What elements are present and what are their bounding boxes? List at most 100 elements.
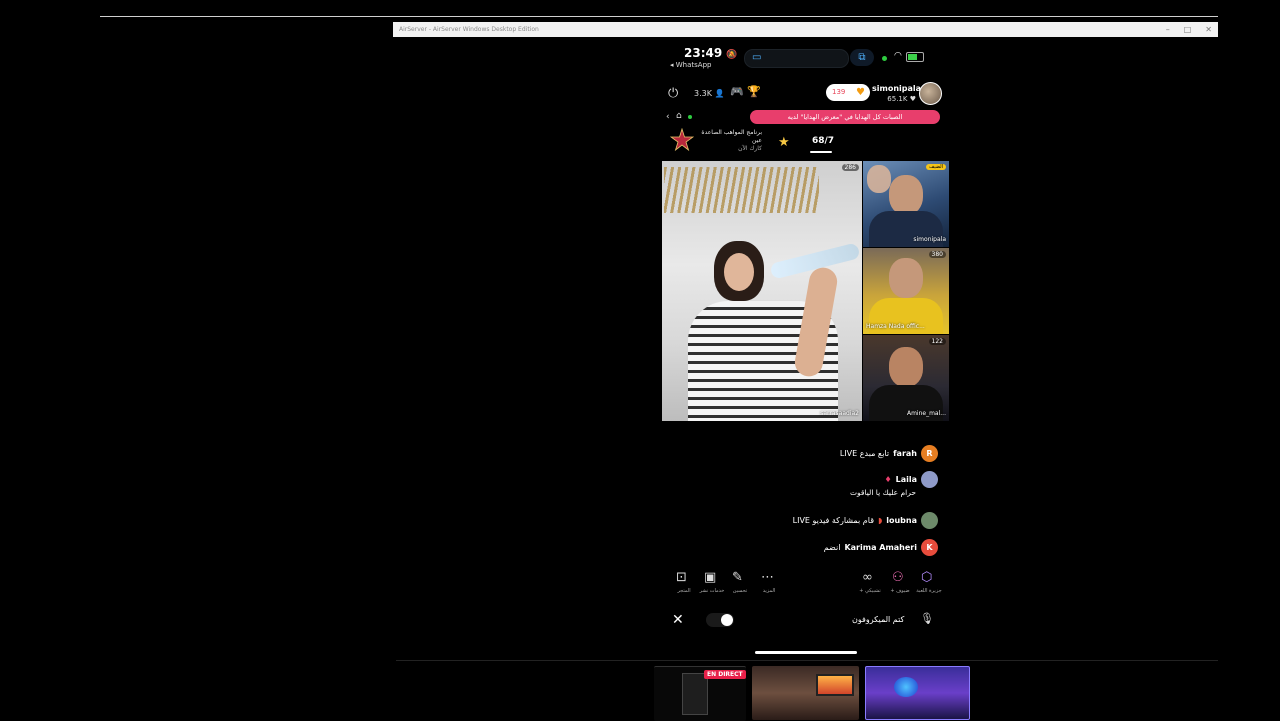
watermelon-icon: ◗ bbox=[878, 516, 883, 525]
bottom-divider bbox=[396, 660, 1218, 661]
guest-label: simonipala bbox=[913, 236, 946, 243]
more-button[interactable]: ⋯ المزيد bbox=[761, 570, 775, 594]
mic-off-icon[interactable]: 🎙 bbox=[920, 612, 934, 625]
top-divider bbox=[100, 16, 1218, 17]
match-score: 68/7 bbox=[812, 136, 835, 146]
game-island-button[interactable]: ⬡ جزيرة اللعبة bbox=[916, 570, 941, 594]
close-icon[interactable]: ✕ bbox=[672, 612, 684, 628]
person-face bbox=[724, 253, 754, 291]
comment-item[interactable]: loubna ◗ قام بمشاركة فيديو LIVE bbox=[793, 512, 938, 529]
more-icon: ⋯ bbox=[761, 570, 774, 585]
dynamic-island: ▭ bbox=[744, 49, 849, 68]
multi-window-icon: ⧉ bbox=[850, 49, 874, 66]
guest-label: Amine_mal... bbox=[906, 410, 946, 417]
guest-label: Hamza Nada offic... bbox=[866, 323, 925, 330]
comment-avatar bbox=[921, 471, 938, 488]
guest-head bbox=[889, 175, 923, 215]
thumbnail-1[interactable]: EN DIRECT bbox=[654, 666, 746, 721]
chat-icon: ▣ bbox=[704, 570, 717, 585]
back-to-app-link[interactable]: ◂ WhatsApp bbox=[670, 61, 711, 69]
guest-tag: الضيف bbox=[926, 164, 946, 170]
comment-avatar bbox=[921, 512, 938, 529]
viewer-count[interactable]: 3.3K 👤 bbox=[694, 89, 724, 98]
comment-avatar: R bbox=[921, 445, 938, 462]
live-badge: EN DIRECT bbox=[704, 670, 746, 679]
comment-text: قام بمشاركة فيديو LIVE bbox=[792, 516, 875, 525]
shop-button[interactable]: ⊡ المتجر bbox=[676, 570, 691, 594]
screen-mirror-icon: ▭ bbox=[752, 52, 762, 63]
thumbnail-3[interactable] bbox=[865, 666, 970, 720]
guest-count: 380 bbox=[928, 251, 946, 258]
status-icons: ◠ bbox=[894, 51, 924, 62]
home-indicator[interactable] bbox=[755, 651, 857, 654]
comment-avatar: K bbox=[921, 539, 938, 556]
mic-toggle[interactable] bbox=[706, 613, 734, 627]
status-time: 23:49 🔕 bbox=[684, 46, 738, 60]
online-dot bbox=[688, 115, 692, 119]
wand-icon: ✎ bbox=[732, 570, 743, 585]
mirrored-phone-screen: 23:49 🔕 ◂ WhatsApp ▭ ⧉ ◠ ⏻ 3.3K 👤 🎮 🏆 13… bbox=[662, 40, 950, 660]
main-video-count: 286 bbox=[841, 164, 859, 171]
camera-indicator-dot bbox=[882, 56, 887, 61]
gift-gallery-banner[interactable]: الصبات كل الهدايا في "معرض الهدايا" لديه bbox=[750, 110, 940, 124]
guest-head bbox=[889, 347, 923, 387]
link-icon: ∞ bbox=[862, 570, 873, 585]
comment-text: حرام عليك يا الياقوت bbox=[849, 488, 916, 497]
main-video-tile[interactable]: 286 sarrasaadia2 bbox=[662, 161, 862, 421]
comment-item[interactable]: K Karima Amaheri انضم bbox=[824, 539, 938, 556]
heart-icon: ♥ bbox=[856, 87, 865, 98]
shopping-bag-icon: ⊡ bbox=[676, 570, 687, 585]
guests-button[interactable]: ⚇ + ضيوف bbox=[890, 570, 909, 594]
window-title: AirServer - AirServer Windows Desktop Ed… bbox=[399, 26, 539, 33]
battery-icon bbox=[905, 52, 924, 62]
rose-icon: ♦ bbox=[884, 475, 892, 484]
box-icon: ⬡ bbox=[921, 570, 933, 585]
mute-mic-label: كتم الميكروفون bbox=[852, 615, 905, 624]
program-star-badge-icon[interactable] bbox=[670, 128, 694, 152]
host-followers: 65.1K ♥ bbox=[887, 95, 916, 103]
comment-item[interactable]: R farah تابع مبدع LIVE bbox=[840, 445, 938, 462]
comment-text: انضم bbox=[823, 543, 841, 552]
window-titlebar[interactable]: AirServer - AirServer Windows Desktop Ed… bbox=[393, 22, 1218, 37]
silent-bell-icon: 🔕 bbox=[726, 50, 738, 60]
power-end-live-icon[interactable]: ⏻ bbox=[668, 86, 678, 101]
comment-user: Karima Amaheri bbox=[844, 543, 917, 552]
toggle-knob bbox=[721, 614, 733, 626]
maximize-button[interactable]: □ bbox=[1184, 22, 1192, 37]
score-underline bbox=[810, 151, 832, 153]
enhance-button[interactable]: ✎ تحسين bbox=[732, 570, 747, 594]
treasure-icon: 🎮 bbox=[730, 85, 744, 98]
guest-video-tile-2[interactable]: 380 Hamza Nada offic... bbox=[863, 248, 949, 334]
comment-item[interactable]: Laila ♦ bbox=[884, 471, 938, 488]
host-name[interactable]: simonipala bbox=[872, 84, 921, 93]
chevron-left-icon[interactable]: ‹ bbox=[666, 112, 670, 122]
comment-user: Laila bbox=[895, 475, 917, 484]
mini-phone-preview bbox=[682, 673, 708, 715]
comment-user: loubna bbox=[886, 516, 917, 525]
gift-ranking-icons[interactable]: 🎮 🏆 bbox=[730, 85, 761, 98]
likes-pill[interactable]: 139 ♥ bbox=[826, 84, 870, 101]
guest-video-tile-3[interactable]: 122 Amine_mal... bbox=[863, 335, 949, 421]
minimize-button[interactable]: – bbox=[1166, 22, 1170, 37]
wall-calligraphy bbox=[664, 167, 819, 213]
comment-text: تابع مبدع LIVE bbox=[839, 449, 890, 458]
link-button[interactable]: ∞ + تشبيكي bbox=[859, 570, 881, 594]
home-icon[interactable]: ⌂ bbox=[676, 111, 682, 121]
guest-video-tile-1[interactable]: الضيف simonipala bbox=[863, 161, 949, 247]
thumbnail-2[interactable] bbox=[752, 666, 859, 720]
comment-user: farah bbox=[893, 449, 917, 458]
program-title[interactable]: برنامج المواهب الصاعدة عين كارك الآن bbox=[698, 129, 762, 153]
guests-icon: ⚇ bbox=[892, 570, 904, 585]
fireplace-preview bbox=[816, 674, 854, 696]
host-avatar[interactable] bbox=[919, 82, 942, 105]
main-video-label: sarrasaadia2 bbox=[820, 410, 859, 417]
guest-head bbox=[889, 258, 923, 298]
guest-hand bbox=[867, 165, 891, 193]
close-window-button[interactable]: ✕ bbox=[1205, 22, 1212, 37]
star-icon[interactable]: ★ bbox=[778, 135, 790, 150]
publish-services-button[interactable]: ▣ خدمات نشر bbox=[700, 570, 725, 594]
trophy-icon: 🏆 bbox=[747, 85, 761, 98]
guest-count: 122 bbox=[928, 338, 946, 345]
neon-light-preview bbox=[894, 677, 918, 697]
wifi-icon: ◠ bbox=[894, 51, 902, 61]
